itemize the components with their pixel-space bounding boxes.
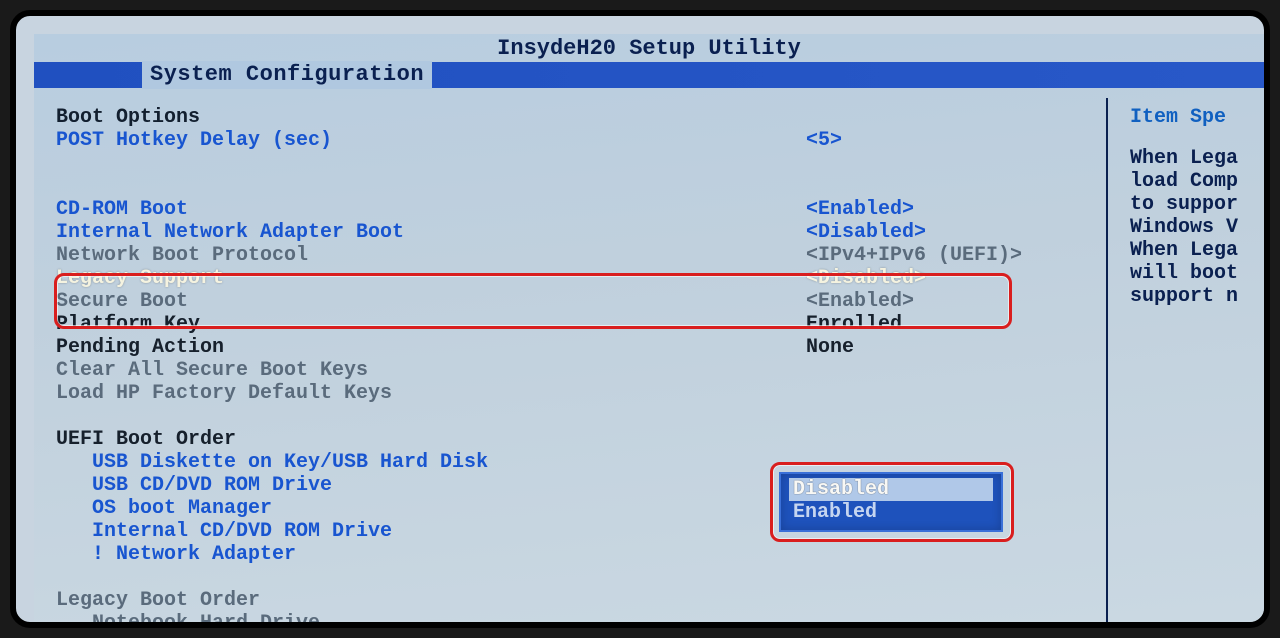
clear-secure-boot-keys[interactable]: Clear All Secure Boot Keys (56, 359, 1096, 382)
uefi-boot-order-heading: UEFI Boot Order (56, 428, 1096, 451)
utility-title: InsydeH20 Setup Utility (34, 36, 1264, 61)
help-text: When Lega (1130, 239, 1264, 262)
uefi-boot-item[interactable]: ! Network Adapter (56, 543, 1096, 566)
option-popup[interactable]: Disabled Enabled (779, 472, 1003, 532)
tab-system-configuration[interactable]: System Configuration (142, 61, 432, 88)
cdrom-boot[interactable]: CD-ROM Boot <Enabled> (56, 198, 1096, 221)
settings-panel: Boot Options POST Hotkey Delay (sec) <5>… (46, 98, 1108, 622)
post-hotkey-delay[interactable]: POST Hotkey Delay (sec) <5> (56, 129, 1096, 152)
popup-option-enabled[interactable]: Enabled (789, 501, 993, 524)
popup-option-disabled[interactable]: Disabled (789, 478, 993, 501)
help-text: support n (1130, 285, 1264, 308)
boot-options-heading: Boot Options (56, 106, 1096, 129)
internal-network-adapter-boot[interactable]: Internal Network Adapter Boot <Disabled> (56, 221, 1096, 244)
help-title: Item Spe (1130, 106, 1264, 129)
platform-key: Platform Key Enrolled (56, 313, 1096, 336)
help-panel: Item Spe When Lega load Comp to suppor W… (1126, 98, 1264, 622)
uefi-boot-item[interactable]: USB Diskette on Key/USB Hard Disk (56, 451, 1096, 474)
tab-bar: System Configuration (34, 62, 1264, 88)
help-text: load Comp (1130, 170, 1264, 193)
legacy-boot-item[interactable]: Notebook Hard Drive (56, 612, 1096, 628)
legacy-boot-order-heading: Legacy Boot Order (56, 589, 1096, 612)
network-boot-protocol[interactable]: Network Boot Protocol <IPv4+IPv6 (UEFI)> (56, 244, 1096, 267)
help-text: When Lega (1130, 147, 1264, 170)
help-text: Windows V (1130, 216, 1264, 239)
secure-boot[interactable]: Secure Boot <Enabled> (56, 290, 1096, 313)
legacy-support[interactable]: Legacy Support <Disabled> (56, 267, 1096, 290)
help-text: to suppor (1130, 193, 1264, 216)
pending-action: Pending Action None (56, 336, 1096, 359)
help-text: will boot (1130, 262, 1264, 285)
load-hp-factory-keys[interactable]: Load HP Factory Default Keys (56, 382, 1096, 405)
